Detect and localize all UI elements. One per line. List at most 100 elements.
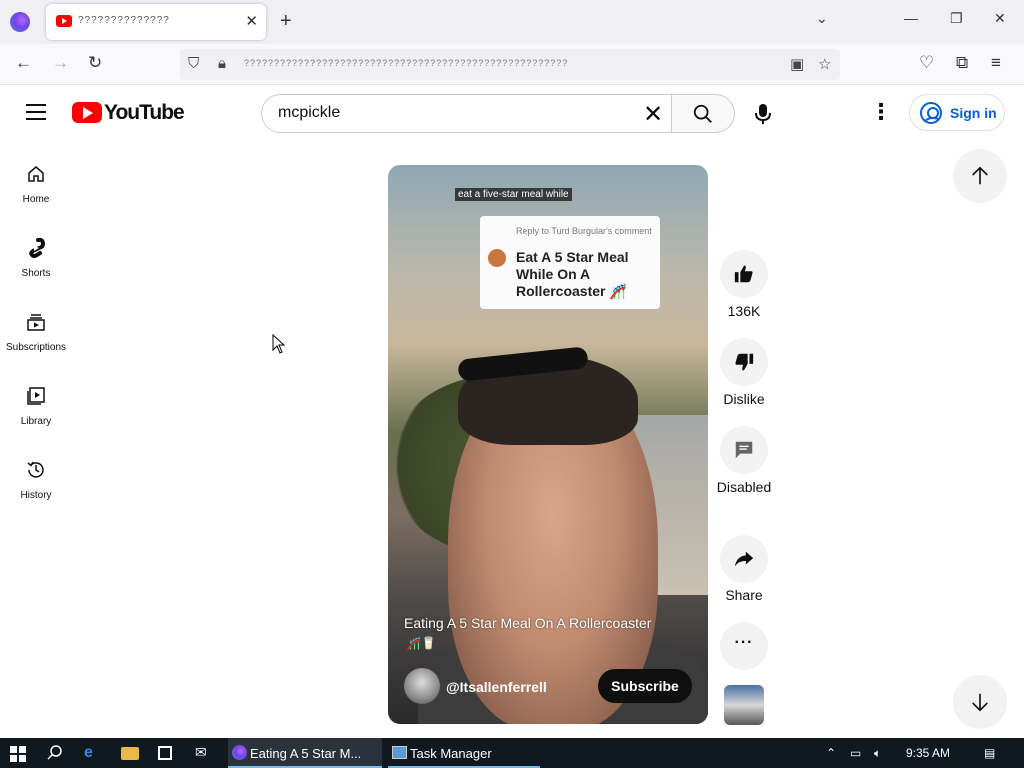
sign-in-label: Sign in <box>950 105 997 121</box>
edge-icon[interactable]: e <box>84 744 102 762</box>
pocket-icon[interactable]: ♡ <box>919 53 934 73</box>
notifications-icon[interactable]: ▤ <box>984 746 995 760</box>
history-icon <box>27 461 44 478</box>
mouse-cursor-icon <box>272 334 286 354</box>
share-label: Share <box>725 587 763 603</box>
taskbar-clock[interactable]: 9:35 AM <box>906 746 950 760</box>
new-tab-icon[interactable]: + <box>280 10 292 33</box>
close-window-icon[interactable]: ✕ <box>994 10 1006 27</box>
taskbar-search-icon[interactable] <box>46 744 64 762</box>
file-explorer-icon[interactable] <box>121 747 139 760</box>
share-icon <box>734 551 754 567</box>
youtube-masthead: YouTube ✕ ⋮ Sign in <box>0 85 1024 141</box>
thumbs-up-icon <box>734 265 753 283</box>
share-button[interactable] <box>720 535 768 583</box>
account-icon <box>920 102 942 124</box>
library-icon <box>27 387 45 405</box>
comment-icon <box>735 441 753 459</box>
taskbar-app-firefox[interactable]: Eating A 5 Star M... <box>228 738 382 768</box>
thumbs-down-icon <box>735 353 754 371</box>
sound-pivot-thumbnail[interactable] <box>724 685 764 725</box>
guide-label-library: Library <box>20 416 52 427</box>
browser-tab-youtube[interactable]: ?????????????? ✕ <box>46 4 266 40</box>
tracking-protection-shield-icon[interactable]: ⛉ <box>188 55 199 72</box>
next-video-button[interactable] <box>953 675 1007 729</box>
firefox-menu-icon[interactable] <box>10 12 30 32</box>
search-icon <box>693 104 712 123</box>
browser-tabstrip: ?????????????? ✕ + ⌄ — ❐ ✕ <box>0 0 1024 44</box>
guide-item-history[interactable]: History <box>0 460 72 526</box>
list-all-tabs-icon[interactable]: ⌄ <box>816 10 828 27</box>
minimize-window-icon[interactable]: — <box>904 10 918 26</box>
guide-item-shorts[interactable]: Shorts <box>0 238 72 304</box>
guide-label-history: History <box>20 490 52 501</box>
arrow-down-icon <box>972 693 988 712</box>
lock-icon[interactable]: 🔒︎ <box>218 55 226 72</box>
app-menu-icon[interactable]: ≡ <box>991 53 1001 73</box>
youtube-logo-icon[interactable] <box>72 102 102 123</box>
youtube-favicon-icon <box>56 15 72 27</box>
voice-search-button[interactable] <box>743 94 783 134</box>
guide-item-library[interactable]: Library <box>0 386 72 452</box>
store-icon[interactable] <box>158 746 172 760</box>
volume-muted-icon[interactable]: 🔈︎ <box>874 746 881 761</box>
video-caption-overlay: eat a five-star meal while <box>455 188 572 201</box>
network-icon[interactable]: ▭ <box>850 746 861 760</box>
taskbar-firefox-icon <box>232 745 247 760</box>
shorts-icon <box>29 238 46 258</box>
windows-taskbar: e ✉ Eating A 5 Star M... Task Manager ⌃ … <box>0 738 1024 768</box>
reply-comment-card: Reply to Turd Burgular's comment Eat A 5… <box>480 216 660 309</box>
guide-item-subscriptions[interactable]: Subscriptions <box>0 312 72 378</box>
reload-icon[interactable]: ↻ <box>88 53 102 73</box>
guide-item-home[interactable]: Home <box>0 164 72 230</box>
url-text[interactable]: ????????????????????????????????????????… <box>244 58 764 68</box>
dislike-button[interactable] <box>720 338 768 386</box>
short-title-emojis: 🎢🥛 <box>406 636 436 650</box>
short-title[interactable]: Eating A 5 Star Meal On A Rollercoaster <box>404 615 704 631</box>
restore-window-icon[interactable]: ❐ <box>950 10 963 27</box>
dislike-label: Dislike <box>723 391 765 407</box>
guide-label-subscriptions: Subscriptions <box>5 342 67 353</box>
previous-video-button[interactable] <box>953 149 1007 203</box>
channel-avatar[interactable] <box>404 668 440 704</box>
clear-search-icon[interactable]: ✕ <box>643 100 663 129</box>
subscribe-button[interactable]: Subscribe <box>598 669 692 703</box>
taskbar-app-task-manager[interactable]: Task Manager <box>388 738 540 768</box>
search-box: ✕ <box>261 94 671 133</box>
tab-title: ?????????????? <box>78 15 170 26</box>
shorts-video-player[interactable]: eat a five-star meal while Reply to Turd… <box>388 165 708 724</box>
bookmark-star-icon[interactable]: ☆ <box>818 55 831 73</box>
taskbar-firefox-label: Eating A 5 Star M... <box>250 746 362 761</box>
home-icon <box>28 166 44 182</box>
search-button[interactable] <box>671 94 735 133</box>
taskbar-task-manager-icon <box>392 746 407 759</box>
sign-in-button[interactable]: Sign in <box>909 94 1005 131</box>
arrow-up-icon <box>972 166 988 185</box>
browser-navbar: ← → ↻ ⛉ 🔒︎ ?????????????????????????????… <box>0 44 1024 85</box>
microphone-icon <box>755 104 771 124</box>
comments-button[interactable] <box>720 426 768 474</box>
back-icon[interactable]: ← <box>15 53 32 73</box>
mail-icon[interactable]: ✉ <box>195 744 213 762</box>
search-input[interactable] <box>278 104 618 122</box>
guide-menu-icon[interactable] <box>26 104 46 120</box>
guide-label-shorts: Shorts <box>21 268 51 279</box>
like-button[interactable] <box>720 250 768 298</box>
more-settings-icon[interactable]: ⋮ <box>870 99 892 125</box>
reply-commenter-avatar <box>488 249 506 267</box>
windows-start-icon[interactable] <box>10 746 26 762</box>
extensions-icon[interactable]: ⧉ <box>956 53 968 73</box>
like-count: 136K <box>727 303 761 319</box>
url-bar[interactable]: ⛉ 🔒︎ ???????????????????????????????????… <box>180 49 840 80</box>
reader-mode-icon[interactable]: ▣ <box>790 55 804 73</box>
reply-card-header: Reply to Turd Burgular's comment <box>516 226 652 236</box>
more-horizontal-icon: ··· <box>734 634 754 651</box>
youtube-logo-text[interactable]: YouTube <box>104 101 185 125</box>
more-actions-button[interactable]: ··· <box>720 622 768 670</box>
guide-label-home: Home <box>22 194 50 205</box>
close-tab-icon[interactable]: ✕ <box>245 12 258 30</box>
subscriptions-icon <box>27 314 45 331</box>
channel-name[interactable]: @Itsallenferrell <box>446 679 547 695</box>
show-hidden-icons-icon[interactable]: ⌃ <box>826 746 836 760</box>
forward-icon[interactable]: → <box>52 53 69 73</box>
